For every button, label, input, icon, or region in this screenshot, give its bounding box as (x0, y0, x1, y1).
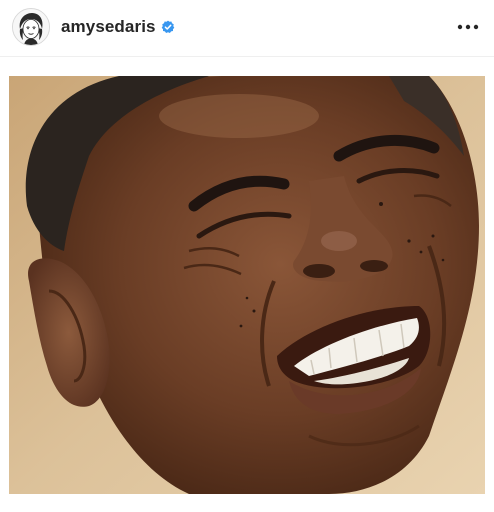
more-horizontal-icon (457, 24, 479, 30)
instagram-post: amysedaris (0, 0, 494, 512)
more-options-button[interactable] (454, 14, 482, 40)
post-photo[interactable] (9, 76, 485, 494)
post-header: amysedaris (0, 0, 494, 56)
header-divider (0, 56, 494, 57)
verified-badge-icon (161, 20, 175, 34)
laughing-man-photo (9, 76, 485, 494)
username-row: amysedaris (61, 16, 175, 38)
profile-avatar[interactable] (12, 8, 50, 46)
username-link[interactable]: amysedaris (61, 17, 156, 37)
avatar-illustration-icon (13, 9, 49, 45)
